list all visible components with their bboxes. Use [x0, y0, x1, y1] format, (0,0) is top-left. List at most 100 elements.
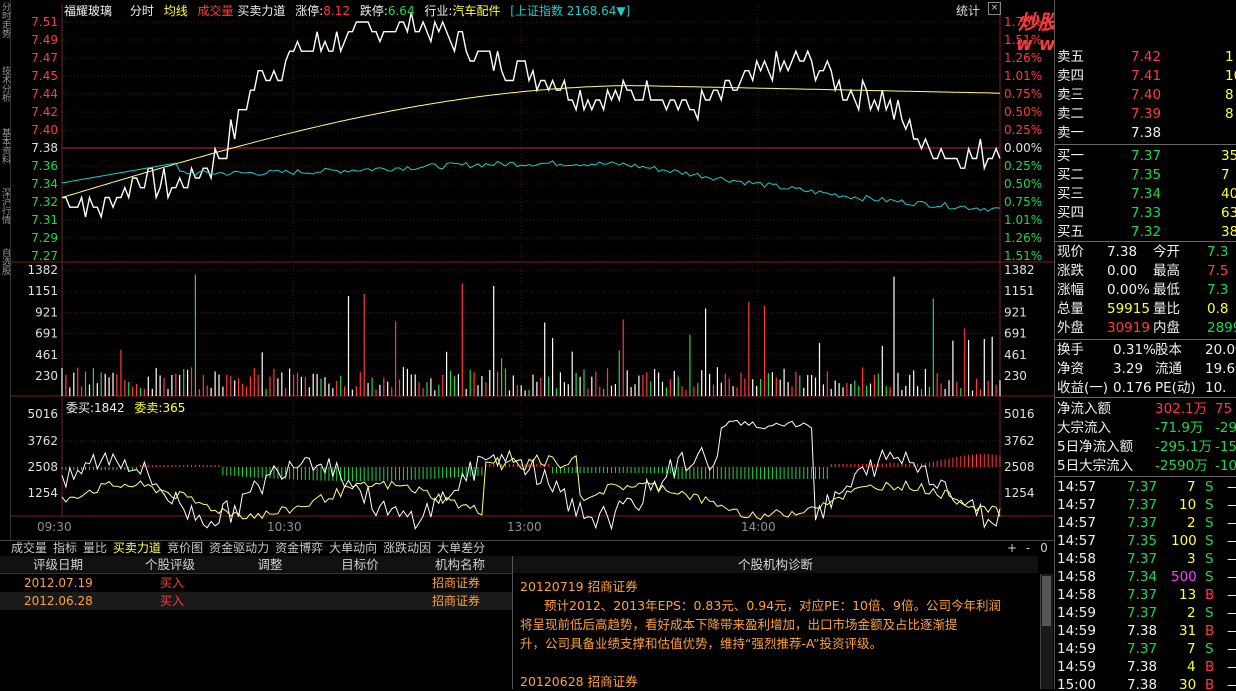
tick-row-cell: 7	[1187, 479, 1196, 495]
quote-row-cell: 最低	[1153, 282, 1180, 298]
tab-fund-game[interactable]: 资金博弈	[272, 541, 326, 556]
tick-row-cell: S	[1205, 641, 1214, 657]
quote-row-cell: 7.3	[1207, 244, 1229, 260]
tick-row-cell: —	[1227, 622, 1236, 640]
fund-flow-row-cell: -295.1万	[1155, 439, 1213, 455]
fund-flow-row-cell: 净流入额	[1057, 401, 1111, 417]
ask-level-cell: 7.42	[1131, 49, 1162, 65]
industry-value[interactable]: 汽车配件	[452, 4, 500, 18]
time-tick-label: 10:30	[267, 520, 302, 534]
tick-row-cell: S	[1205, 569, 1214, 585]
fundamental-row-cell: 流通	[1155, 361, 1182, 377]
tick-row-cell: S	[1205, 479, 1214, 495]
ask-level-cell: 卖三	[1057, 87, 1084, 103]
tick-row-cell: 14:58	[1057, 587, 1096, 603]
tab-bid-ask[interactable]: 买卖力道	[110, 541, 164, 556]
tick-row-cell: 7.37	[1127, 605, 1158, 621]
diagnosis-entry-head: 20120628 招商证券	[520, 674, 638, 689]
tab-intraday[interactable]: 分时	[130, 4, 154, 18]
vtab-watchlist[interactable]: 自选股	[0, 248, 10, 275]
tick-row-cell: B	[1205, 587, 1215, 603]
tab-volume-ind[interactable]: 成交量	[8, 541, 50, 556]
force-legend: 委买:1842 委卖:365	[66, 399, 185, 416]
diagnosis-body: 20120719 招商证券 预计2012、2013年EPS：0.83元、0.94…	[520, 577, 1040, 691]
quote-row-cell: 涨跌	[1057, 263, 1084, 279]
row-date: 2012.06.28	[24, 594, 93, 608]
quote-row-cell: 2899	[1207, 320, 1236, 336]
price-tick-label: 7.38	[31, 141, 58, 155]
index-ticker[interactable]: [上证指数 2168.64▼]	[510, 4, 630, 18]
table-row[interactable]: 2012.06.28 买入 招商证券	[0, 592, 512, 610]
tab-volume-ratio[interactable]: 量比	[80, 541, 110, 556]
limit-down-value: 6.64	[387, 4, 415, 18]
time-tick-label: 09:30	[37, 520, 72, 534]
quote-row-cell: 现价	[1057, 244, 1084, 260]
row-org: 招商证券	[432, 594, 481, 608]
volume-tick-label: 1382	[27, 263, 58, 277]
tab-indicator[interactable]: 指标	[50, 541, 80, 556]
price-tick-label: 7.44	[31, 87, 58, 101]
quote-row-cell: 30919	[1107, 320, 1150, 336]
tab-bid-ask-force[interactable]: 买卖力道	[237, 4, 285, 18]
vtab-technical[interactable]: 技术分析	[0, 66, 10, 102]
tab-fund-drive[interactable]: 资金驱动力	[206, 541, 272, 556]
indicator-tab-strip: 成交量 指标 量比 买卖力道 竞价图 资金驱动力 资金博弈 大单动向 涨跌动因 大单差分 + - …	[0, 540, 1054, 557]
price-tick-label: 7.27	[31, 249, 58, 263]
bid-level-cell: 7.37	[1131, 148, 1162, 164]
tick-row-cell: 14:58	[1057, 569, 1096, 585]
diagnosis-entry-head: 20120719 招商证券	[520, 579, 638, 594]
volume-tick-label: 461	[1004, 348, 1027, 362]
tab-volume[interactable]: 成交量	[198, 4, 234, 18]
zoom-out-button[interactable]: -	[1022, 541, 1034, 555]
tab-big-order[interactable]: 大单动向	[326, 541, 380, 556]
tab-avg-line[interactable]: 均线	[164, 4, 188, 18]
stats-button[interactable]: 统计	[956, 2, 980, 19]
ask-level-cell: 卖四	[1057, 68, 1084, 84]
tick-row-cell: 2	[1187, 605, 1196, 621]
tick-row-cell: 2	[1187, 515, 1196, 531]
tick-row-cell: 7.34	[1127, 569, 1158, 585]
zoom-in-button[interactable]: +	[1006, 541, 1018, 555]
volume-tick-label: 461	[35, 348, 58, 362]
col-target: 目标价	[341, 557, 379, 572]
tab-big-order-diff[interactable]: 大单差分	[434, 541, 488, 556]
intraday-chart: 7.51 1.76%7.49 1.51%7.47 1.26%7.45 1.01%7.44…	[10, 4, 1054, 534]
volume-tick-label: 1151	[1004, 284, 1035, 298]
tick-row-cell: —	[1227, 514, 1236, 532]
vtab-intraday[interactable]: 分时走势	[0, 2, 10, 38]
ask-level-cell: 7.40	[1131, 87, 1162, 103]
fundamental-row-cell: 收益(一)	[1057, 380, 1109, 396]
chart-header: 福耀玻璃 分时 均线 成交量 买卖力道 涨停:8.12 跌停:6.64 行业:汽…	[64, 2, 1054, 18]
tick-row-cell: —	[1227, 532, 1236, 550]
diagnosis-scrollbar[interactable]	[1040, 574, 1053, 689]
close-icon[interactable]: ×	[988, 2, 1001, 15]
divider	[1055, 144, 1236, 145]
price-tick-label: 7.49	[31, 33, 58, 47]
price-tick-label: 7.34	[31, 177, 58, 191]
fundamental-row-cell: 10.	[1205, 380, 1227, 396]
tab-auction[interactable]: 竞价图	[164, 541, 206, 556]
force-tick-label: 5016	[27, 407, 58, 421]
fund-flow-row-cell: -71.9万	[1155, 420, 1204, 436]
vtab-market[interactable]: 深沪行情	[0, 188, 10, 224]
reset-button[interactable]: 0	[1038, 541, 1050, 555]
ask-level-cell: 卖五	[1057, 49, 1084, 65]
quote-row-cell: 0.00%	[1107, 282, 1150, 298]
fundamental-row-cell: 0.176	[1113, 380, 1152, 396]
divider	[1055, 241, 1236, 242]
tick-row-cell: 7	[1187, 641, 1196, 657]
table-row[interactable]: 2012.07.19 买入 招商证券	[0, 574, 512, 592]
pct-tick-label: 0.25%	[1004, 123, 1042, 137]
fundamental-row-cell: PE(动)	[1155, 380, 1196, 396]
ask-level-cell: 8	[1225, 106, 1234, 122]
quote-row-cell: 涨幅	[1057, 282, 1084, 298]
tick-row-cell: 7.35	[1127, 533, 1158, 549]
ask-level-cell: 8	[1225, 87, 1234, 103]
volume-tick-label: 921	[35, 305, 58, 319]
tick-row-cell: 4	[1187, 659, 1196, 675]
tab-price-drivers[interactable]: 涨跌动因	[380, 541, 434, 556]
bid-level-cell: 7.32	[1131, 224, 1162, 240]
price-tick-label: 7.31	[31, 213, 58, 227]
quote-row-cell: 7.5	[1207, 263, 1229, 279]
vtab-fundamentals[interactable]: 基本资料	[0, 128, 10, 164]
